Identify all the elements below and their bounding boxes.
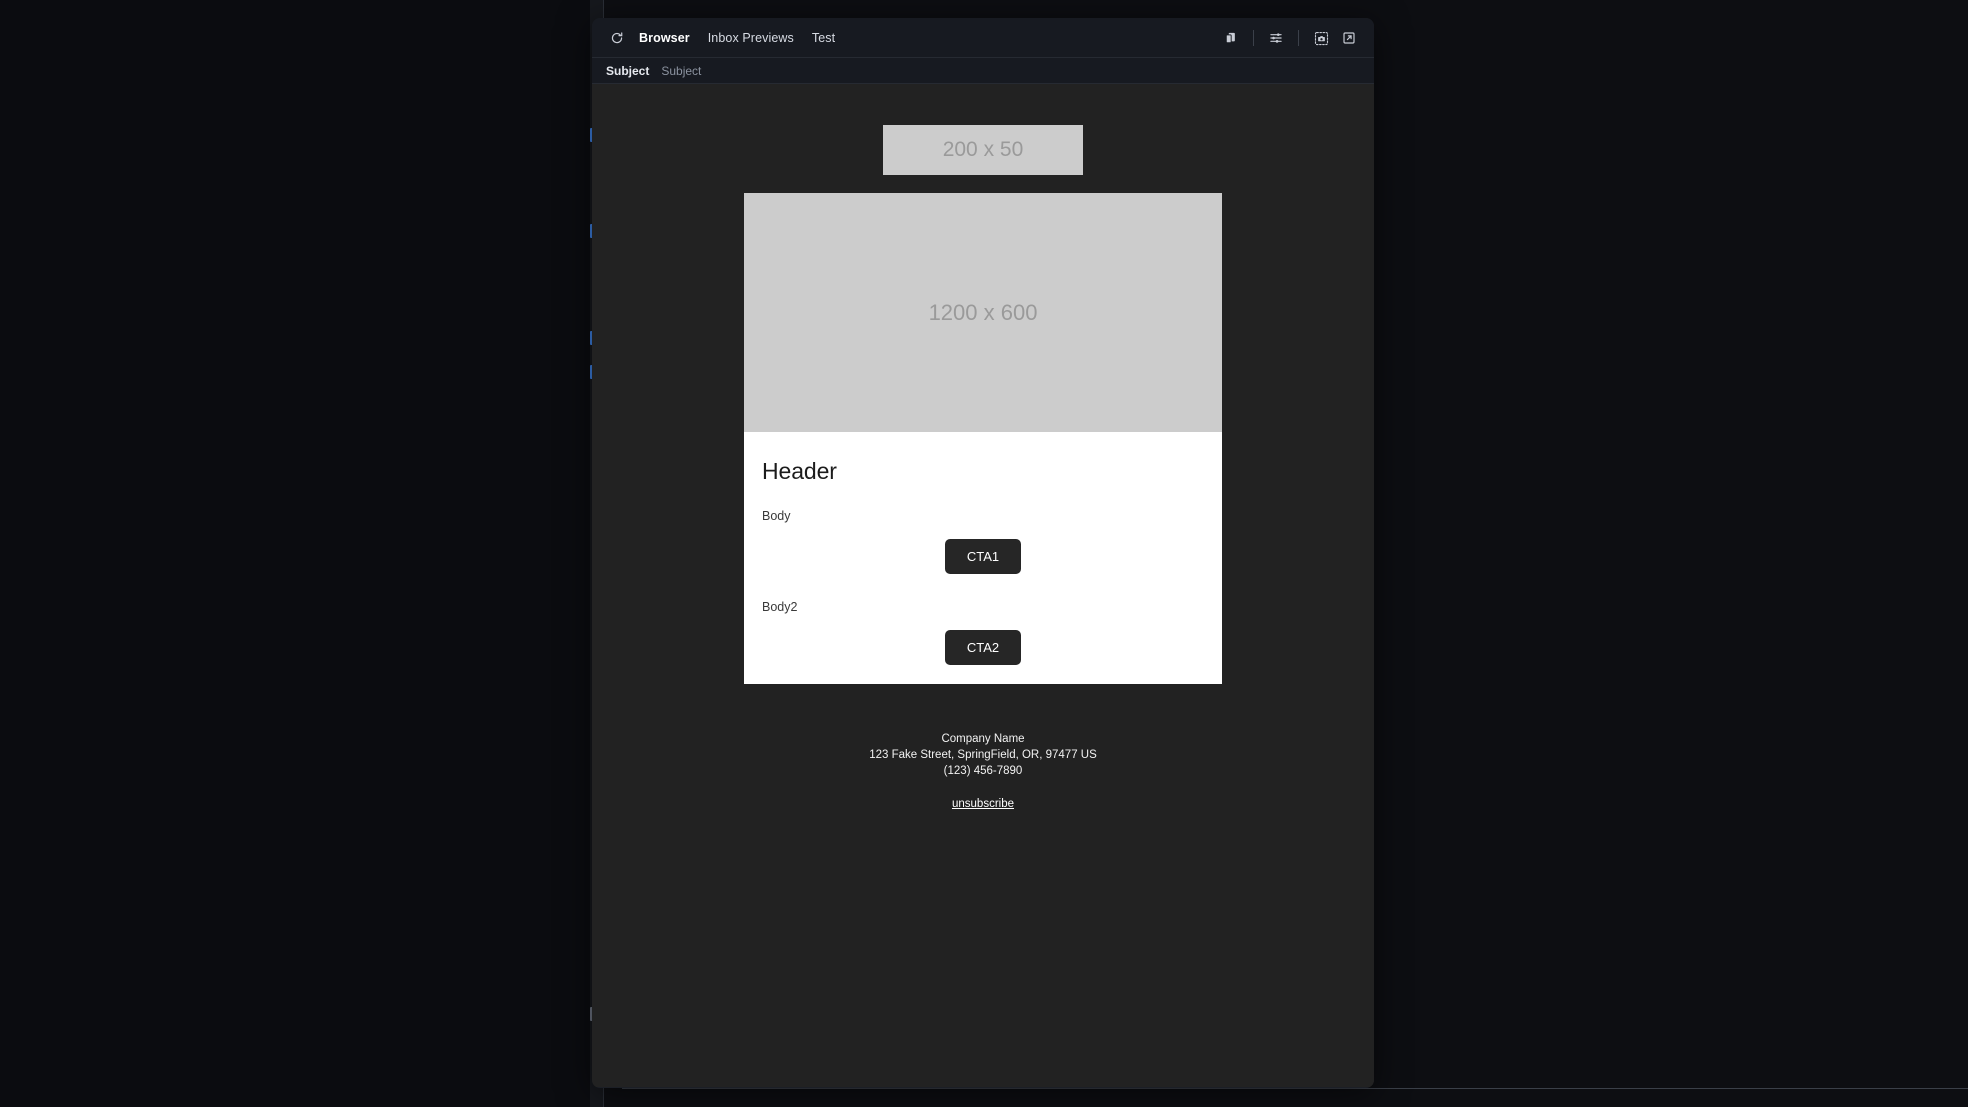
cta1-button[interactable]: CTA1 <box>944 539 1022 574</box>
desktop-bottom-divider <box>622 1088 1968 1089</box>
toolbar-right-group <box>1218 18 1362 58</box>
email-preview-canvas[interactable]: 200 x 50 1200 x 600 Header Body CTA1 Bod… <box>592 84 1374 1087</box>
screenshot-camera-icon[interactable] <box>1308 25 1334 51</box>
refresh-icon[interactable] <box>604 25 630 51</box>
email-card: 1200 x 600 Header Body CTA1 Body2 CTA2 <box>744 193 1222 684</box>
subject-value[interactable]: Subject <box>661 64 701 78</box>
copy-icon[interactable] <box>1218 25 1244 51</box>
open-external-icon[interactable] <box>1336 25 1362 51</box>
sliders-icon[interactable] <box>1263 25 1289 51</box>
email-body2-text: Body2 <box>762 600 798 614</box>
footer-company-name: Company Name <box>941 733 1025 745</box>
cta2-row: CTA2 <box>760 630 1206 665</box>
tab-test[interactable]: Test <box>803 27 844 49</box>
subject-bar: Subject Subject <box>592 58 1374 84</box>
cta2-button[interactable]: CTA2 <box>944 630 1022 665</box>
cta1-row: CTA1 <box>760 539 1206 574</box>
logo-placeholder-image: 200 x 50 <box>883 125 1083 175</box>
subject-label[interactable]: Subject <box>606 64 649 78</box>
screen: Browser Inbox Previews Test Subject Subj… <box>0 0 1968 1107</box>
email-preview-window: Browser Inbox Previews Test Subject Subj… <box>592 18 1374 1088</box>
email-header: Header <box>762 458 837 484</box>
tab-inbox-previews[interactable]: Inbox Previews <box>699 27 803 49</box>
email-card-body: Header Body CTA1 Body2 CTA2 <box>744 432 1222 684</box>
footer-phone: (123) 456-7890 <box>943 765 1023 777</box>
hero-placeholder-image: 1200 x 600 <box>744 193 1222 432</box>
unsubscribe-link[interactable]: unsubscribe <box>952 796 1014 812</box>
tab-browser[interactable]: Browser <box>630 27 699 49</box>
email-body-text: Body <box>762 509 791 523</box>
toolbar-divider <box>1298 30 1299 46</box>
toolbar-divider <box>1253 30 1254 46</box>
background-app-sidebar <box>0 0 604 1107</box>
toolbar-left-group: Browser Inbox Previews Test <box>604 25 844 51</box>
email-footer: Company Name 123 Fake Street, SpringFiel… <box>592 731 1374 812</box>
footer-address: 123 Fake Street, SpringField, OR, 97477 … <box>869 749 1097 761</box>
window-toolbar: Browser Inbox Previews Test <box>592 18 1374 58</box>
